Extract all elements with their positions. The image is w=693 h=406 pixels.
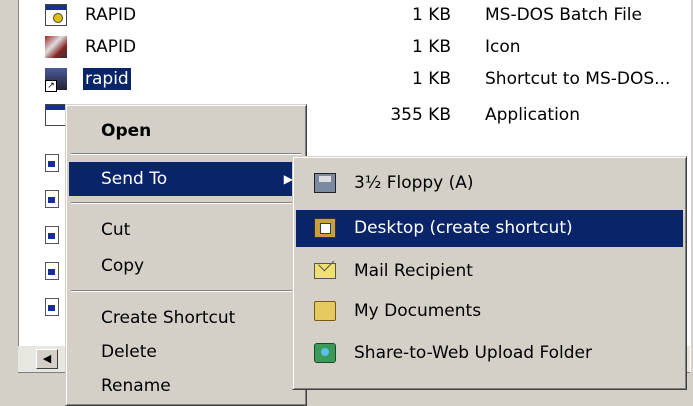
menu-separator — [71, 202, 301, 204]
menu-separator — [71, 290, 301, 292]
menu-item-label: Share-to-Web Upload Folder — [354, 343, 592, 363]
send-to-floppy[interactable]: 3½ Floppy (A) — [296, 165, 683, 202]
my-documents-folder-icon — [314, 301, 336, 321]
menu-item-open[interactable]: Open — [69, 114, 303, 148]
desktop-icon — [314, 218, 336, 238]
file-row[interactable]: RAPID 1 KB MS-DOS Batch File — [19, 0, 691, 32]
file-size: 1 KB — [411, 5, 451, 25]
file-type: Shortcut to MS-DOS... — [485, 69, 671, 89]
file-size: 1 KB — [411, 37, 451, 57]
menu-item-label: Mail Recipient — [354, 261, 473, 281]
document-icon — [45, 262, 59, 280]
menu-item-delete[interactable]: Delete — [69, 335, 303, 369]
send-to-share-web[interactable]: Share-to-Web Upload Folder — [296, 335, 683, 372]
floppy-drive-icon — [314, 173, 336, 193]
file-type: Application — [485, 105, 580, 125]
document-icon — [45, 298, 59, 316]
file-type: MS-DOS Batch File — [485, 5, 642, 25]
send-to-mail[interactable]: Mail Recipient — [296, 253, 683, 290]
web-folder-icon — [314, 343, 336, 363]
shortcut-icon — [45, 68, 67, 92]
menu-item-cut[interactable]: Cut — [69, 213, 303, 247]
menu-item-label: Desktop (create shortcut) — [354, 218, 573, 238]
menu-item-create-shortcut[interactable]: Create Shortcut — [69, 301, 303, 335]
menu-separator — [71, 153, 301, 155]
batch-file-icon — [45, 4, 67, 26]
file-row[interactable]: rapid 1 KB Shortcut to MS-DOS... — [19, 64, 691, 96]
send-to-desktop[interactable]: Desktop (create shortcut) — [296, 210, 683, 247]
file-size: 355 KB — [390, 105, 451, 125]
send-to-my-documents[interactable]: My Documents — [296, 293, 683, 330]
menu-item-label: 3½ Floppy (A) — [354, 173, 474, 193]
file-row[interactable]: RAPID 1 KB Icon — [19, 32, 691, 64]
menu-item-label: My Documents — [354, 301, 482, 321]
application-icon — [45, 104, 67, 126]
file-type: Icon — [485, 37, 521, 57]
menu-item-label: Send To — [101, 169, 168, 189]
document-icon — [45, 190, 59, 208]
menu-item-copy[interactable]: Copy — [69, 249, 303, 283]
icon-file-icon — [45, 36, 67, 58]
document-icon — [45, 154, 59, 172]
menu-item-rename[interactable]: Rename — [69, 369, 303, 403]
menu-item-send-to[interactable]: Send To ▶ — [69, 162, 303, 196]
document-icon — [45, 226, 59, 244]
scroll-left-arrow-icon[interactable]: ◀ — [36, 349, 58, 369]
file-name: RAPID — [85, 5, 137, 25]
mail-envelope-icon — [314, 263, 336, 279]
file-size: 1 KB — [411, 69, 451, 89]
file-name: rapid — [83, 68, 131, 90]
context-menu: Open Send To ▶ Cut Copy Create Shortcut … — [65, 104, 307, 406]
send-to-submenu: 3½ Floppy (A) Desktop (create shortcut) … — [292, 156, 687, 390]
file-name: RAPID — [85, 37, 137, 57]
